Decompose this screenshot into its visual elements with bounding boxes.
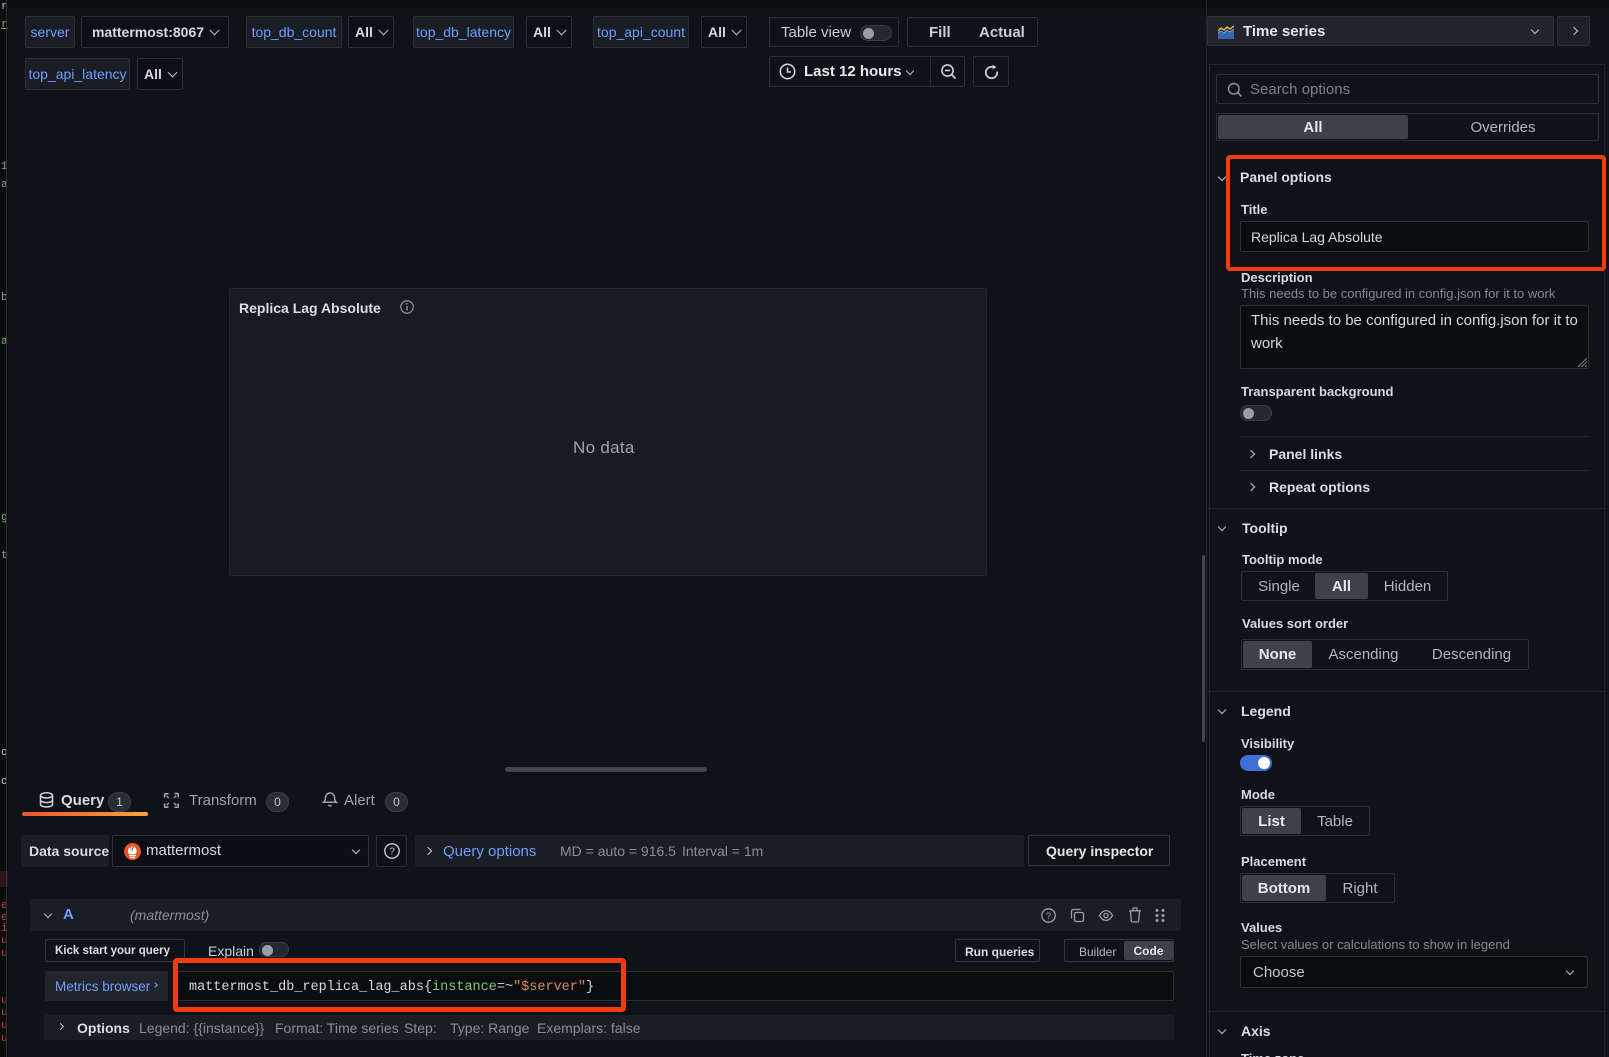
svg-text:?: ? bbox=[389, 846, 395, 857]
svg-text:?: ? bbox=[1046, 911, 1051, 922]
